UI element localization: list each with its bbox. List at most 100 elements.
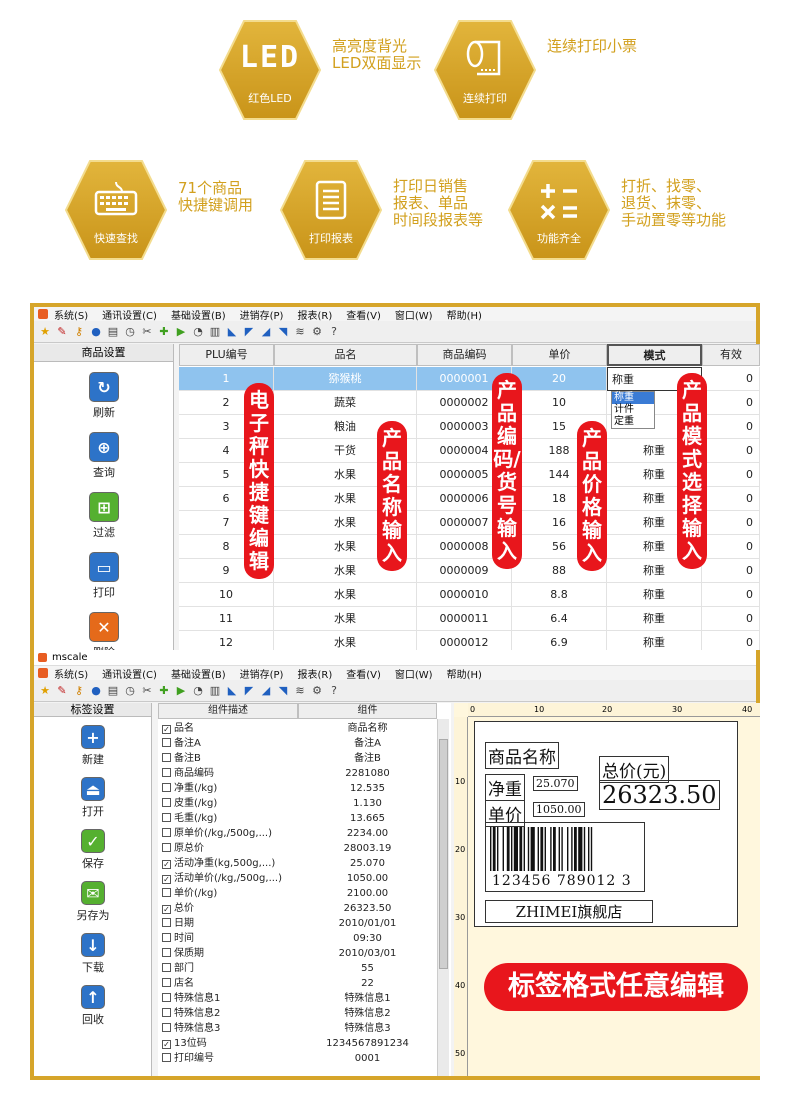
scale-icon[interactable]: ◣ — [225, 325, 239, 339]
new-button[interactable]: + 新建 — [34, 725, 152, 767]
column-header[interactable]: 品名 — [274, 344, 417, 366]
component-row[interactable]: 特殊信息3 — [162, 1021, 220, 1036]
component-row[interactable]: 特殊信息1 — [162, 991, 220, 1006]
scale-icon[interactable]: ◣ — [225, 684, 239, 698]
component-row[interactable]: 皮重(/kg) — [162, 796, 217, 811]
table-cell[interactable]: 11 — [179, 607, 274, 631]
menu-inventory[interactable]: 进销存(P) — [240, 307, 284, 322]
database-icon[interactable]: ▥ — [208, 684, 222, 698]
star-icon[interactable]: ★ — [38, 325, 52, 339]
timer-icon[interactable]: ◔ — [191, 684, 205, 698]
table-cell[interactable]: 8.8 — [512, 583, 607, 607]
table-cell[interactable]: 水果 — [274, 607, 417, 631]
component-scrollbar[interactable] — [437, 719, 449, 1076]
table-cell[interactable]: 猕猴桃 — [274, 367, 417, 391]
checkbox[interactable] — [162, 738, 171, 747]
component-row[interactable]: 时间 — [162, 931, 194, 946]
scale-up-icon[interactable]: ◤ — [242, 684, 256, 698]
menu-system[interactable]: 系统(S) — [54, 307, 88, 322]
table-cell[interactable]: 0 — [702, 391, 760, 415]
wave-icon[interactable]: ≋ — [293, 684, 307, 698]
menu-basic[interactable]: 基础设置(B) — [171, 307, 226, 322]
checkbox[interactable] — [162, 813, 171, 822]
table-cell[interactable]: 蔬菜 — [274, 391, 417, 415]
timer-icon[interactable]: ◔ — [191, 325, 205, 339]
table-cell[interactable]: 20 — [512, 367, 607, 391]
scale-sync-icon[interactable]: ◥ — [276, 325, 290, 339]
label-unit-price-value[interactable]: 1050.00 — [533, 802, 585, 817]
label-net-weight-title[interactable]: 净重 — [485, 774, 525, 801]
table-cell[interactable]: 6.4 — [512, 607, 607, 631]
checkbox[interactable] — [162, 978, 171, 987]
component-row[interactable]: 商品编码 — [162, 766, 214, 781]
scissors-icon[interactable]: ✂ — [140, 684, 154, 698]
checkbox[interactable]: ✓ — [162, 905, 171, 914]
checkbox[interactable] — [162, 1053, 171, 1062]
clock-icon[interactable]: ◷ — [123, 684, 137, 698]
checkbox[interactable] — [162, 783, 171, 792]
column-header[interactable]: 模式 — [607, 344, 702, 366]
component-row[interactable]: ✓ 活动净重(kg,500g,...) — [162, 856, 275, 871]
table-cell[interactable]: 0 — [702, 415, 760, 439]
database-icon[interactable]: ▥ — [208, 325, 222, 339]
label-total-title[interactable]: 总价(元) — [599, 756, 670, 783]
menu-report[interactable]: 报表(R) — [297, 666, 332, 681]
scale-down-icon[interactable]: ◢ — [259, 325, 273, 339]
component-row[interactable]: ✓ 活动单价(/kg,/500g,...) — [162, 871, 282, 886]
document-icon[interactable]: ▤ — [106, 684, 120, 698]
table-cell[interactable]: 0 — [702, 511, 760, 535]
menu-comm[interactable]: 通讯设置(C) — [102, 307, 157, 322]
column-header[interactable]: 组件描述 — [158, 703, 298, 719]
column-header[interactable]: 商品编码 — [417, 344, 512, 366]
checkbox[interactable] — [162, 918, 171, 927]
component-row[interactable]: ✓ 13位码 — [162, 1036, 207, 1051]
component-row[interactable]: 原单价(/kg,/500g,...) — [162, 826, 272, 841]
checkbox[interactable]: ✓ — [162, 860, 171, 869]
settings-icon[interactable]: ⚙ — [310, 325, 324, 339]
component-row[interactable]: 部门 — [162, 961, 194, 976]
component-row[interactable]: 毛重(/kg) — [162, 811, 217, 826]
menu-system[interactable]: 系统(S) — [54, 666, 88, 681]
info-icon[interactable]: ● — [89, 325, 103, 339]
menu-help[interactable]: 帮助(H) — [447, 666, 482, 681]
menu-window[interactable]: 窗口(W) — [395, 666, 433, 681]
component-row[interactable]: 打印编号 — [162, 1051, 214, 1066]
help-icon[interactable]: ? — [327, 684, 341, 698]
menu-view[interactable]: 查看(V) — [346, 307, 381, 322]
table-cell[interactable]: 0000010 — [417, 583, 512, 607]
table-cell[interactable]: 10 — [512, 391, 607, 415]
table-cell[interactable]: 0000011 — [417, 607, 512, 631]
column-header[interactable]: 有效 — [702, 344, 760, 366]
table-cell[interactable]: 0 — [702, 487, 760, 511]
component-row[interactable]: 原总价 — [162, 841, 204, 856]
plus-icon[interactable]: ✚ — [157, 325, 171, 339]
menu-report[interactable]: 报表(R) — [297, 307, 332, 322]
table-cell[interactable]: 0 — [702, 535, 760, 559]
component-row[interactable]: 单价(/kg) — [162, 886, 217, 901]
star-icon[interactable]: ★ — [38, 684, 52, 698]
settings-icon[interactable]: ⚙ — [310, 684, 324, 698]
checkbox[interactable] — [162, 963, 171, 972]
checkbox[interactable] — [162, 1023, 171, 1032]
filter-button[interactable]: ⊞ 过滤 — [34, 492, 174, 540]
checkbox[interactable] — [162, 993, 171, 1002]
checkbox[interactable]: ✓ — [162, 1040, 171, 1049]
download-button[interactable]: ↓ 下载 — [34, 933, 152, 975]
table-cell[interactable]: 0 — [702, 367, 760, 391]
checkbox[interactable] — [162, 1008, 171, 1017]
mode-option[interactable]: 称重 — [612, 392, 654, 404]
mode-dropdown-list[interactable]: 称重 计件 定重 — [611, 391, 655, 429]
menu-inventory[interactable]: 进销存(P) — [240, 666, 284, 681]
menu-help[interactable]: 帮助(H) — [447, 307, 482, 322]
table-cell[interactable]: 0 — [702, 607, 760, 631]
key-icon[interactable]: ⚷ — [72, 684, 86, 698]
mode-option[interactable]: 计件 — [612, 404, 654, 416]
scale-down-icon[interactable]: ◢ — [259, 684, 273, 698]
tool-icon[interactable]: ✎ — [55, 325, 69, 339]
refresh-button[interactable]: ↻ 刷新 — [34, 372, 174, 420]
query-button[interactable]: ⊕ 查询 — [34, 432, 174, 480]
open-button[interactable]: ⏏ 打开 — [34, 777, 152, 819]
table-cell[interactable]: 0 — [702, 463, 760, 487]
component-row[interactable]: 净重(/kg) — [162, 781, 217, 796]
scale-sync-icon[interactable]: ◥ — [276, 684, 290, 698]
